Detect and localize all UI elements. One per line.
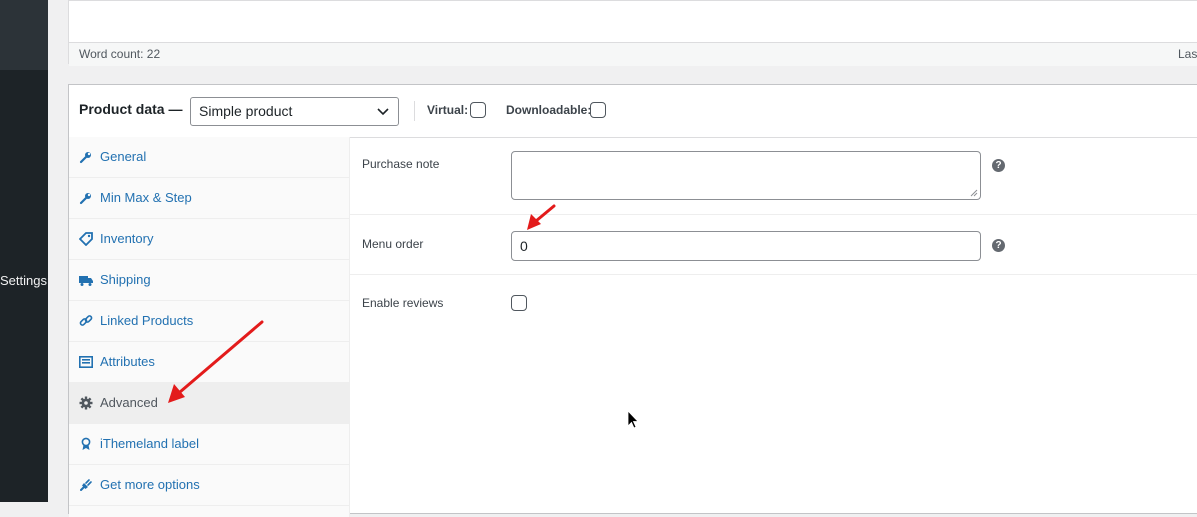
- product-data-title: Product data —: [79, 101, 183, 117]
- product-type-select[interactable]: Simple product: [190, 97, 399, 126]
- tab-label: Get more options: [100, 477, 200, 492]
- tab-linked-products[interactable]: Linked Products: [69, 301, 349, 342]
- menu-order-input[interactable]: 0: [511, 231, 981, 261]
- list-icon: [79, 355, 93, 368]
- purchase-note-textarea[interactable]: [511, 151, 981, 200]
- truck-icon: [79, 276, 93, 286]
- chevron-down-icon: [377, 108, 389, 116]
- wrench-icon: [79, 152, 91, 164]
- enable-reviews-checkbox[interactable]: [511, 295, 527, 311]
- admin-sidebar: Settings: [0, 0, 48, 502]
- product-data-tabs: General Min Max & Step Inventory Shippin…: [69, 137, 350, 517]
- menu-order-label: Menu order: [362, 237, 424, 251]
- admin-menu-active-item[interactable]: [0, 0, 48, 70]
- menu-order-field: Menu order 0 ?: [350, 215, 1197, 275]
- editor-status-bar: Word count: 22 Last edited: [69, 42, 1197, 66]
- tab-min-max-step[interactable]: Min Max & Step: [69, 178, 349, 219]
- advanced-panel: Purchase note ? Menu order 0 ? Enable re…: [350, 137, 1197, 517]
- tab-label: Shipping: [100, 272, 151, 287]
- gear-icon: [79, 396, 93, 410]
- tag-icon: [79, 232, 93, 246]
- tab-inventory[interactable]: Inventory: [69, 219, 349, 260]
- help-tip-icon[interactable]: ?: [992, 159, 1005, 172]
- header-divider: [414, 101, 415, 121]
- tab-label: Linked Products: [100, 313, 194, 328]
- enable-reviews-field: Enable reviews: [350, 275, 1197, 335]
- resize-grip-icon: [970, 189, 978, 197]
- downloadable-checkbox[interactable]: [590, 102, 606, 118]
- product-data-header: Product data — Simple product Virtual: D…: [69, 85, 1197, 138]
- word-count: Word count: 22: [79, 47, 161, 61]
- award-icon: [81, 437, 91, 450]
- tab-get-more-options[interactable]: Get more options: [69, 465, 349, 506]
- editor-box: Word count: 22 Last edited: [68, 0, 1197, 66]
- tab-label: iThemeland label: [100, 436, 200, 451]
- tab-label: General: [100, 149, 147, 164]
- purchase-note-label: Purchase note: [362, 157, 440, 171]
- admin-menu-settings[interactable]: Settings: [0, 272, 48, 290]
- virtual-checkbox[interactable]: [470, 102, 486, 118]
- purchase-note-field: Purchase note ?: [350, 137, 1197, 215]
- tab-label: Attributes: [100, 354, 155, 369]
- last-edited: Last edited: [1178, 47, 1197, 61]
- virtual-label: Virtual:: [427, 103, 469, 117]
- tab-label: Inventory: [100, 231, 154, 246]
- product-data-metabox: Product data — Simple product Virtual: D…: [68, 84, 1197, 517]
- tab-shipping[interactable]: Shipping: [69, 260, 349, 301]
- tab-advanced[interactable]: Advanced: [69, 383, 349, 424]
- tab-general[interactable]: General: [69, 137, 349, 178]
- plugin-icon: [80, 479, 92, 491]
- enable-reviews-label: Enable reviews: [362, 296, 444, 310]
- help-tip-icon[interactable]: ?: [992, 239, 1005, 252]
- tab-ithemeland-label[interactable]: iThemeland label: [69, 424, 349, 465]
- tab-attributes[interactable]: Attributes: [69, 342, 349, 383]
- tab-label: Advanced: [100, 395, 158, 410]
- tab-label: Min Max & Step: [100, 190, 192, 205]
- wrench-icon: [79, 193, 91, 205]
- downloadable-label: Downloadable:: [506, 103, 592, 117]
- product-type-value: Simple product: [199, 103, 293, 119]
- link-icon: [79, 315, 93, 326]
